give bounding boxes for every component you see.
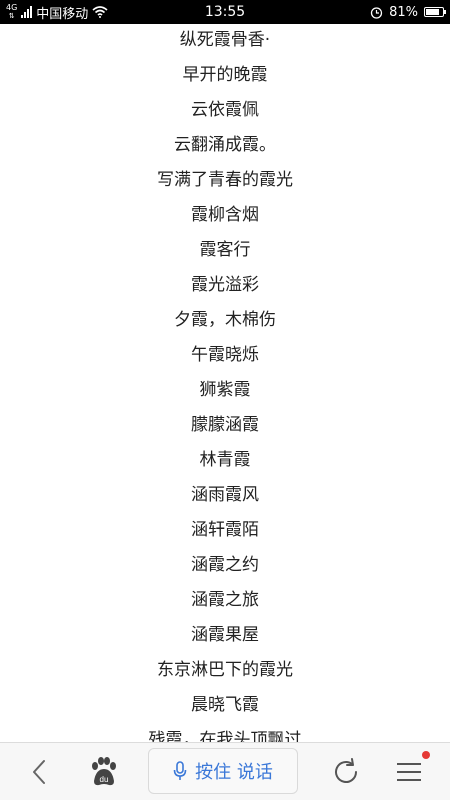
text-line: 残霞，在我头顶飘过 bbox=[148, 730, 302, 742]
text-line: 林青霞 bbox=[199, 450, 251, 470]
carrier-name: 中国移动 bbox=[36, 6, 89, 22]
status-left: 4G ⇅ 中国移动 bbox=[6, 3, 108, 22]
text-line: 午霞晓烁 bbox=[191, 345, 259, 365]
chevron-left-icon bbox=[33, 760, 45, 784]
voice-input-label: 按住 说话 bbox=[195, 762, 273, 783]
text-line: 东京淋巴下的霞光 bbox=[157, 660, 293, 680]
text-line: 涵霞果屋 bbox=[191, 625, 259, 645]
refresh-icon bbox=[335, 758, 357, 783]
microphone-icon bbox=[173, 761, 187, 780]
text-line: 狮紫霞 bbox=[199, 380, 251, 400]
menu-icon bbox=[397, 763, 421, 781]
network-type: 4G bbox=[6, 3, 18, 12]
text-line: 朦朦涵霞 bbox=[191, 415, 259, 435]
voice-input-button[interactable]: 按住 说话 bbox=[148, 748, 298, 794]
text-line: 涵轩霞陌 bbox=[191, 520, 259, 540]
data-arrows-icon: ⇅ bbox=[8, 12, 15, 20]
text-line: 晨晓飞霞 bbox=[191, 695, 259, 715]
text-line: 纵死霞骨香· bbox=[179, 30, 271, 50]
text-line: 霞客行 bbox=[199, 240, 251, 260]
text-line: 写满了青春的霞光 bbox=[157, 170, 293, 190]
battery-icon bbox=[424, 7, 446, 17]
signal-icon bbox=[21, 6, 33, 18]
text-line: 涵霞之约 bbox=[191, 555, 259, 575]
text-line: 霞柳含烟 bbox=[191, 205, 259, 225]
network-indicator: 4G ⇅ bbox=[6, 3, 18, 21]
text-line: 霞光溢彩 bbox=[191, 275, 259, 295]
baidu-home-button[interactable]: du bbox=[86, 755, 120, 789]
notification-badge bbox=[422, 751, 430, 759]
refresh-button[interactable] bbox=[330, 756, 362, 788]
menu-button[interactable] bbox=[392, 756, 426, 788]
bottom-toolbar: du 按住 说话 bbox=[0, 742, 450, 800]
baidu-paw-icon: du bbox=[92, 757, 116, 786]
text-line: 涵霞之旅 bbox=[191, 590, 259, 610]
battery-percent: 81% bbox=[389, 4, 418, 20]
status-bar: 4G ⇅ 中国移动 13:55 81% bbox=[0, 0, 450, 24]
alarm-icon bbox=[370, 6, 383, 19]
content-area[interactable]: 纵死霞骨香· 早开的晚霞 云依霞佩 云翻涌成霞。 写满了青春的霞光 霞柳含烟 霞… bbox=[0, 24, 450, 742]
text-line: 涵雨霞风 bbox=[191, 485, 259, 505]
status-right: 81% bbox=[370, 4, 446, 20]
back-button[interactable] bbox=[22, 757, 58, 787]
wifi-icon bbox=[92, 6, 108, 18]
text-line: 夕霞，木棉伤 bbox=[174, 310, 276, 330]
text-line: 早开的晚霞 bbox=[182, 65, 268, 85]
text-line: 云依霞佩 bbox=[191, 100, 259, 120]
text-line: 云翻涌成霞。 bbox=[174, 135, 276, 155]
svg-text:du: du bbox=[100, 775, 109, 784]
battery-fill bbox=[426, 9, 439, 15]
